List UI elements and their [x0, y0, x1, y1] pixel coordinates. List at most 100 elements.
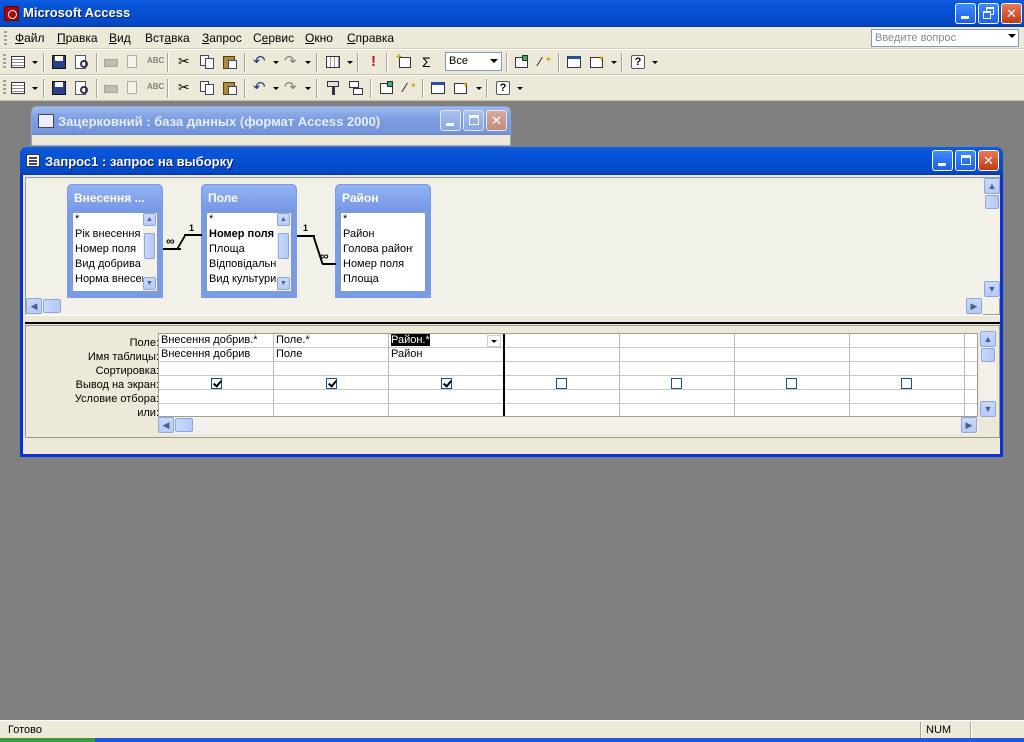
- field-item[interactable]: *: [209, 213, 279, 225]
- top-values-combo[interactable]: Все: [445, 52, 502, 71]
- field-item[interactable]: Рік внесення: [75, 228, 145, 240]
- chevron-down-icon[interactable]: [1008, 34, 1016, 38]
- show-checkbox[interactable]: [556, 378, 567, 389]
- redo-button[interactable]: ↷: [283, 79, 299, 96]
- new-object-button[interactable]: ✦: [453, 80, 469, 96]
- db-close-button[interactable]: ✕: [486, 110, 507, 131]
- menu-help[interactable]: Справка: [347, 31, 394, 45]
- menu-grip[interactable]: [4, 31, 7, 45]
- save-button[interactable]: [51, 80, 67, 96]
- field-item[interactable]: Площа: [343, 273, 413, 285]
- database-window-button[interactable]: [566, 54, 582, 70]
- chevron-down-icon[interactable]: [490, 59, 498, 63]
- table-list-fertilizer[interactable]: Внесення ... * Рік внесення Номер поля В…: [67, 184, 163, 298]
- chevron-down-icon[interactable]: [611, 61, 617, 64]
- table-pane-hscroll[interactable]: ◀ ▶: [26, 298, 983, 315]
- qbe-grid[interactable]: Внесення добрив.* Внесення добрив Поле.*…: [158, 333, 978, 417]
- show-table-button[interactable]: +: [396, 52, 412, 70]
- help-button[interactable]: ?: [630, 54, 646, 70]
- grid-field-cell-selected[interactable]: Район.*: [391, 334, 486, 346]
- field-list-scrollbar[interactable]: ▲ ▼: [143, 213, 157, 291]
- save-button[interactable]: [51, 54, 67, 70]
- show-checkbox[interactable]: [326, 378, 337, 389]
- show-checkbox[interactable]: [786, 378, 797, 389]
- print-preview-button[interactable]: [125, 54, 141, 70]
- scroll-thumb[interactable]: [278, 233, 289, 259]
- properties-button[interactable]: [379, 80, 395, 96]
- field-list-scrollbar[interactable]: ▲ ▼: [277, 213, 291, 291]
- restore-button[interactable]: [978, 3, 999, 24]
- field-item[interactable]: *: [343, 213, 413, 225]
- chevron-down-icon[interactable]: [305, 61, 311, 64]
- cut-button[interactable]: ✂: [176, 53, 192, 70]
- field-item[interactable]: Відповідальн: [209, 258, 279, 270]
- chevron-down-icon[interactable]: ▼: [143, 277, 156, 290]
- field-item[interactable]: Вид культури: [209, 273, 279, 285]
- print-preview-button[interactable]: [125, 80, 141, 96]
- field-item[interactable]: Норма внесен: [75, 273, 145, 285]
- grid-table-cell[interactable]: Поле: [276, 348, 386, 360]
- menu-edit[interactable]: Правка: [57, 31, 98, 45]
- table-pane-vscroll[interactable]: ▲ ▼: [983, 178, 1000, 298]
- table-title[interactable]: Поле: [202, 185, 296, 211]
- query-design-window[interactable]: Запрос1 : запрос на выборку ✕ Внесення .…: [20, 147, 1003, 457]
- field-item[interactable]: Район: [343, 228, 413, 240]
- show-checkbox[interactable]: [671, 378, 682, 389]
- close-button[interactable]: ✕: [1001, 3, 1022, 24]
- show-checkbox[interactable]: [441, 378, 452, 389]
- chevron-up-icon[interactable]: ▲: [984, 178, 1000, 194]
- arrange-button[interactable]: [348, 80, 364, 96]
- table-list-field[interactable]: Поле * Номер поля Площа Відповідальн Вид…: [201, 184, 297, 298]
- grid-table-cell[interactable]: Внесення добрив: [161, 348, 271, 360]
- field-item-key[interactable]: Номер поля: [209, 228, 279, 240]
- toolbar-grip[interactable]: [3, 54, 6, 70]
- grid-vscroll[interactable]: ▲ ▼: [979, 331, 996, 417]
- chevron-down-icon[interactable]: ▼: [277, 277, 290, 290]
- chevron-right-icon[interactable]: ▶: [961, 417, 977, 433]
- chevron-down-icon[interactable]: [32, 61, 38, 64]
- menu-query[interactable]: Запрос: [202, 31, 242, 45]
- show-checkbox[interactable]: [901, 378, 912, 389]
- search-button[interactable]: [74, 54, 90, 70]
- minimize-button[interactable]: [955, 3, 976, 24]
- chevron-right-icon[interactable]: ▶: [966, 298, 982, 314]
- field-list[interactable]: * Район Голова району Номер поля Площа: [340, 212, 426, 292]
- format-painter-button[interactable]: [325, 80, 341, 96]
- spelling-button[interactable]: ABC: [147, 54, 164, 70]
- db-minimize-button[interactable]: [440, 110, 461, 131]
- help-button[interactable]: ?: [495, 80, 511, 96]
- field-item[interactable]: *: [75, 213, 145, 225]
- field-list[interactable]: * Номер поля Площа Відповідальн Вид куль…: [206, 212, 292, 292]
- table-title[interactable]: Внесення ...: [68, 185, 162, 211]
- chevron-down-icon[interactable]: [476, 87, 482, 90]
- chevron-down-icon[interactable]: ▼: [980, 401, 996, 417]
- print-button[interactable]: [103, 80, 119, 96]
- relationship-line[interactable]: [184, 234, 202, 236]
- undo-button[interactable]: ↶: [252, 53, 268, 70]
- relationship-line[interactable]: [175, 235, 187, 250]
- totals-button[interactable]: Σ: [419, 54, 435, 70]
- access-app-icon[interactable]: [4, 6, 19, 21]
- query-close-button[interactable]: ✕: [978, 150, 999, 171]
- field-item[interactable]: Голова району: [343, 243, 413, 255]
- db-maximize-button[interactable]: [463, 110, 484, 131]
- run-button[interactable]: !: [367, 53, 383, 70]
- design-grid-pane[interactable]: Поле: Имя таблицы: Сортировка: Вывод на …: [25, 325, 1000, 438]
- build-button[interactable]: ⁄ ✦: [537, 54, 553, 70]
- scroll-thumb[interactable]: [144, 233, 155, 259]
- spelling-button[interactable]: ABC: [147, 80, 164, 96]
- chevron-down-icon[interactable]: ▼: [984, 281, 1000, 297]
- new-object-button[interactable]: ✦: [589, 54, 605, 70]
- menu-tools[interactable]: Сервис: [253, 31, 294, 45]
- cut-button[interactable]: ✂: [176, 79, 192, 96]
- table-title[interactable]: Район: [336, 185, 430, 211]
- field-item[interactable]: Номер поля: [75, 243, 145, 255]
- chevron-down-icon[interactable]: [273, 87, 279, 90]
- menu-insert[interactable]: Вставка: [145, 31, 190, 45]
- pane-splitter[interactable]: [25, 315, 1000, 324]
- view-button[interactable]: [10, 54, 26, 70]
- query-minimize-button[interactable]: [932, 150, 953, 171]
- scroll-thumb[interactable]: [43, 299, 61, 313]
- database-window-button[interactable]: [430, 80, 446, 96]
- grid-field-cell[interactable]: Поле.*: [276, 334, 386, 346]
